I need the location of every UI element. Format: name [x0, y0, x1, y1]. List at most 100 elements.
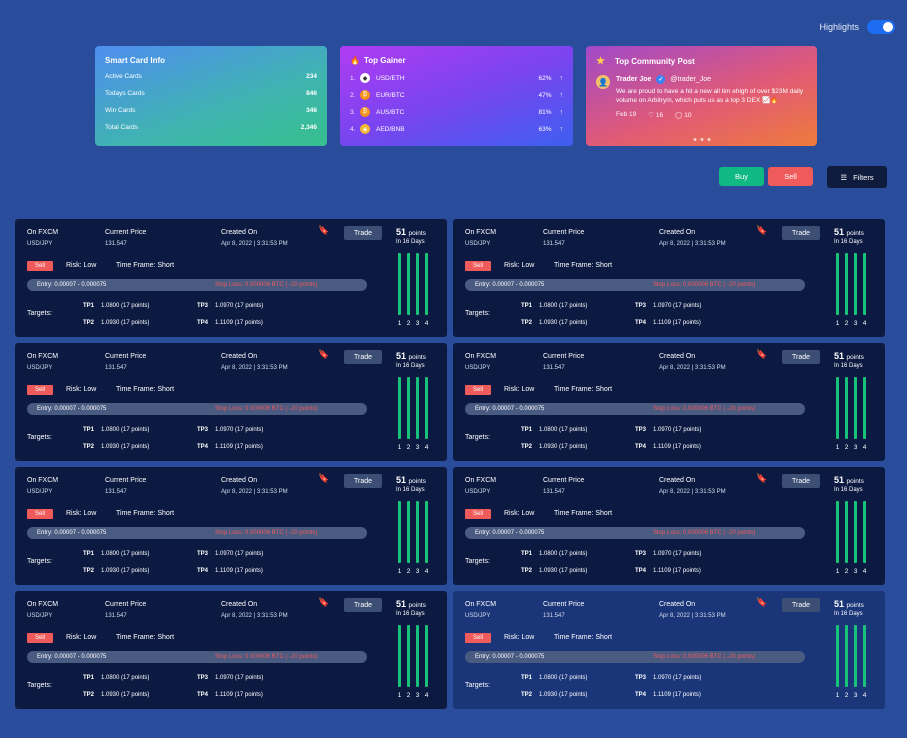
risk-label: Risk: [66, 510, 82, 517]
risk-label: Risk: [66, 386, 82, 393]
gainer-row[interactable]: 3. ₿ AUS/BTC 81% ↑ [350, 107, 563, 117]
stop-loss-info: Stop Loss: 0.000006 BTC ( -20 points) [215, 406, 317, 412]
bar-label: 2 [844, 692, 849, 699]
target-bar [416, 501, 419, 563]
community-post[interactable]: 👤 Trader Joe ✓ @trader_Joe We are proud … [596, 75, 807, 119]
trade-card[interactable]: On FXCM USD/JPY Current Price 131.547 Cr… [453, 219, 885, 337]
tp2: TP2 1.0930 (17 points) [83, 568, 149, 574]
tp-label: TP2 [83, 568, 95, 574]
bookmark-icon[interactable]: 🔖 [756, 225, 767, 236]
tp2: TP2 1.0930 (17 points) [521, 444, 587, 450]
likes[interactable]: ♡ 16 [648, 111, 663, 119]
trade-card[interactable]: On FXCM USD/JPY Current Price 131.547 Cr… [15, 591, 447, 709]
timeframe-info: Time Frame: Short [554, 386, 612, 393]
trade-card[interactable]: On FXCM USD/JPY Current Price 131.547 Cr… [453, 591, 885, 709]
sc-value: 234 [306, 73, 317, 80]
targets-label: Targets: [27, 434, 52, 441]
tp-points: (17 points) [559, 675, 588, 681]
trade-button[interactable]: Trade [344, 598, 382, 612]
author-handle: @trader_Joe [670, 76, 711, 83]
trade-button[interactable]: Trade [782, 350, 820, 364]
trade-card[interactable]: On FXCM USD/JPY Current Price 131.547 Cr… [15, 343, 447, 461]
highlights-toggle[interactable] [867, 20, 895, 34]
trade-button[interactable]: Trade [344, 350, 382, 364]
tp1: TP1 1.0800 (17 points) [83, 675, 149, 681]
target-bar [398, 501, 401, 563]
current-price-label: Current Price [105, 353, 147, 360]
target-bar [407, 253, 410, 315]
buy-filter-button[interactable]: Buy [719, 167, 764, 186]
gainer-rank: 1. [350, 74, 356, 82]
gainer-row[interactable]: 1. ◆ USD/ETH 62% ↑ [350, 73, 563, 83]
trade-button[interactable]: Trade [782, 474, 820, 488]
eth-coin-icon: ◆ [360, 73, 370, 83]
created-label: Created On [221, 229, 258, 236]
carousel-dot[interactable] [700, 138, 703, 141]
points-value: 51 [834, 351, 845, 361]
tp-label: TP4 [635, 568, 647, 574]
bar-label: 1 [835, 568, 840, 575]
trade-button[interactable]: Trade [782, 226, 820, 240]
gainer-row[interactable]: 2. ₿ EUR/BTC 47% ↑ [350, 90, 563, 100]
bookmark-icon[interactable]: 🔖 [756, 349, 767, 360]
tp1: TP1 1.0800 (17 points) [521, 675, 587, 681]
timeframe-info: Time Frame: Short [116, 262, 174, 269]
current-price-label: Current Price [105, 477, 147, 484]
trade-button[interactable]: Trade [344, 474, 382, 488]
target-bar [398, 625, 401, 687]
sell-filter-button[interactable]: Sell [768, 167, 813, 186]
days-label: In 16 Days [396, 487, 425, 493]
tp-label: TP2 [521, 692, 533, 698]
tp-points: (17 points) [121, 444, 150, 450]
risk-label: Risk: [66, 634, 82, 641]
trade-card[interactable]: On FXCM USD/JPY Current Price 131.547 Cr… [453, 467, 885, 585]
exchange-label: On FXCM [27, 477, 59, 484]
days-label: In 16 Days [396, 239, 425, 245]
trade-button[interactable]: Trade [344, 226, 382, 240]
current-price-label: Current Price [543, 477, 585, 484]
filters-button[interactable]: ☰ Filters [827, 166, 887, 188]
tp-value: 1.1109 [215, 568, 233, 574]
bar-label: 3 [853, 692, 858, 699]
tp-label: TP4 [197, 320, 209, 326]
target-bar [863, 501, 866, 563]
top-gainer-header: 🔥 Top Gainer [350, 56, 563, 65]
carousel-dot[interactable] [707, 138, 710, 141]
bookmark-icon[interactable]: 🔖 [318, 473, 329, 484]
tp-label: TP2 [521, 568, 533, 574]
tf-label: Time Frame: [554, 386, 594, 393]
comments[interactable]: ◯ 10 [675, 111, 691, 119]
bookmark-icon[interactable]: 🔖 [318, 349, 329, 360]
stop-loss-info: Stop Loss: 0.000006 BTC ( -20 points) [653, 530, 755, 536]
target-bar [416, 377, 419, 439]
trade-card[interactable]: On FXCM USD/JPY Current Price 131.547 Cr… [15, 219, 447, 337]
target-bars [836, 501, 866, 563]
bookmark-icon[interactable]: 🔖 [756, 597, 767, 608]
created-value: Apr 8, 2022 | 3:31:53 PM [659, 241, 726, 247]
tp2: TP2 1.0930 (17 points) [83, 320, 149, 326]
tp-points: (17 points) [121, 675, 150, 681]
target-bar [425, 625, 428, 687]
post-meta: Feb 19 ♡ 16 ◯ 10 [616, 111, 806, 119]
tp2: TP2 1.0930 (17 points) [521, 568, 587, 574]
tf-label: Time Frame: [116, 510, 156, 517]
gainer-row[interactable]: 4. ◈ AED/BNB 63% ↑ [350, 124, 563, 134]
trade-card[interactable]: On FXCM USD/JPY Current Price 131.547 Cr… [15, 467, 447, 585]
entry-info: Entry: 0.00007 - 0.000075 [475, 654, 653, 660]
risk-value: Low [521, 634, 535, 641]
entry-label: Entry: [475, 406, 491, 412]
carousel-dots[interactable] [693, 138, 710, 141]
sc-label: Active Cards [105, 73, 142, 80]
created-value: Apr 8, 2022 | 3:31:53 PM [659, 613, 726, 619]
trade-button[interactable]: Trade [782, 598, 820, 612]
target-bars [398, 625, 428, 687]
tf-value: Short [595, 262, 613, 269]
trade-card[interactable]: On FXCM USD/JPY Current Price 131.547 Cr… [453, 343, 885, 461]
target-bar [425, 501, 428, 563]
bar-label: 1 [397, 692, 402, 699]
carousel-dot[interactable] [693, 138, 696, 141]
bookmark-icon[interactable]: 🔖 [756, 473, 767, 484]
bookmark-icon[interactable]: 🔖 [318, 597, 329, 608]
bookmark-icon[interactable]: 🔖 [318, 225, 329, 236]
points-unit: points [846, 602, 864, 609]
